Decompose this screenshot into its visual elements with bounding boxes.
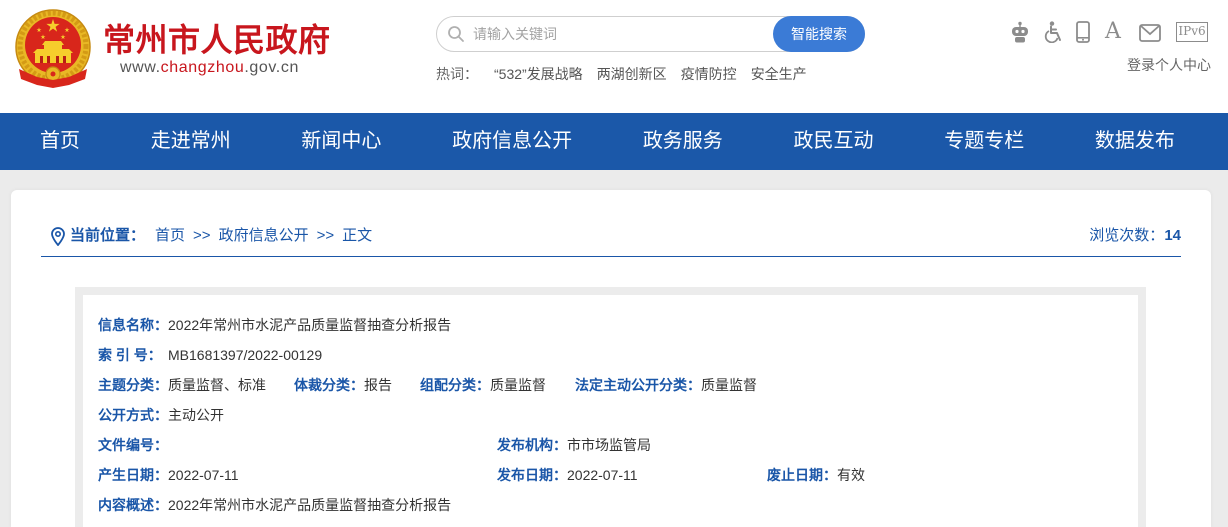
nav-item-about-changzhou[interactable]: 走进常州 — [151, 113, 231, 170]
national-emblem-icon[interactable] — [13, 7, 93, 91]
mobile-icon[interactable] — [1076, 21, 1090, 43]
breadcrumb-label: 当前位置： — [70, 227, 146, 244]
info-value: 有效 — [837, 467, 865, 483]
url-suffix: .gov.cn — [244, 59, 299, 76]
hot-words: 热词： “532”发展战略 两湖创新区 疫情防控 安全生产 — [436, 64, 807, 84]
view-count-value: 14 — [1164, 227, 1181, 244]
info-name: 信息名称：2022年常州市水泥产品质量监督抽查分析报告 — [98, 315, 451, 335]
mail-icon[interactable] — [1139, 24, 1161, 42]
nav-item-news[interactable]: 新闻中心 — [301, 113, 381, 170]
info-published: 发布日期：2022-07-11 — [497, 465, 638, 485]
info-summary: 内容概述：2022年常州市水泥产品质量监督抽查分析报告 — [98, 495, 451, 515]
info-label: 公开方式： — [98, 407, 168, 423]
search-icon — [448, 26, 464, 42]
breadcrumb: 当前位置： 首页 >> 政府信息公开 >> 正文 — [70, 226, 372, 246]
info-label: 废止日期： — [767, 467, 837, 483]
breadcrumb-divider — [41, 256, 1181, 257]
robot-icon[interactable] — [1010, 21, 1030, 43]
info-file-no: 文件编号： — [98, 435, 168, 455]
main-nav: 首页 走进常州 新闻中心 政府信息公开 政务服务 政民互动 专题专栏 数据发布 — [0, 113, 1228, 170]
info-label: 体裁分类： — [294, 377, 364, 393]
info-label: 信息名称： — [98, 317, 168, 333]
view-count: 浏览次数：14 — [1089, 226, 1181, 246]
info-created: 产生日期：2022-07-11 — [98, 465, 239, 485]
breadcrumb-gov-info[interactable]: 政府信息公开 — [219, 227, 309, 244]
info-value: 2022-07-11 — [168, 467, 239, 483]
hot-word-link[interactable]: 安全生产 — [751, 66, 807, 82]
info-table-body: 信息名称：2022年常州市水泥产品质量监督抽查分析报告 索 引 号： MB1681… — [83, 295, 1138, 527]
nav-item-services[interactable]: 政务服务 — [643, 113, 723, 170]
login-personal-center-link[interactable]: 登录个人中心 — [1127, 55, 1211, 75]
info-value: 2022年常州市水泥产品质量监督抽查分析报告 — [168, 317, 452, 333]
url-domain: changzhou — [160, 59, 245, 76]
site-title[interactable]: 常州市人民政府 — [103, 20, 331, 60]
hot-words-label: 热词： — [436, 66, 478, 82]
breadcrumb-separator: >> — [316, 227, 335, 244]
info-label: 主题分类： — [98, 377, 168, 393]
breadcrumb-separator: >> — [193, 227, 211, 244]
info-label: 内容概述： — [98, 497, 168, 513]
breadcrumb-current[interactable]: 正文 — [342, 227, 372, 244]
info-assembly: 组配分类：质量监督 — [420, 375, 546, 395]
accessibility-icon[interactable] — [1044, 21, 1064, 43]
nav-item-topics[interactable]: 专题专栏 — [944, 113, 1024, 170]
info-expiry: 废止日期：有效 — [767, 465, 865, 485]
info-label: 文件编号： — [98, 437, 168, 453]
info-subject: 主题分类：质量监督、标准 — [98, 375, 266, 395]
info-value: 质量监督 — [701, 377, 757, 393]
info-value: 2022年常州市水泥产品质量监督抽查分析报告 — [168, 497, 452, 513]
info-value: 2022-07-11 — [567, 467, 638, 483]
info-value: 质量监督、标准 — [168, 377, 266, 393]
content-card: 当前位置： 首页 >> 政府信息公开 >> 正文 浏览次数：14 信息名称：2022年常州… — [11, 190, 1211, 527]
info-label: 组配分类： — [420, 377, 490, 393]
info-index-no: 索 引 号： MB1681397/2022-00129 — [98, 345, 322, 365]
info-label: 索 引 号： — [98, 347, 162, 363]
nav-item-interaction[interactable]: 政民互动 — [794, 113, 874, 170]
ipv6-icon[interactable]: IPv6 — [1176, 22, 1208, 42]
info-statutory: 法定主动公开分类：质量监督 — [575, 375, 757, 395]
info-disclosure: 公开方式：主动公开 — [98, 405, 224, 425]
location-pin-icon — [51, 227, 65, 246]
breadcrumb-home[interactable]: 首页 — [155, 227, 185, 244]
info-value: 市市场监管局 — [567, 437, 651, 453]
nav-item-data[interactable]: 数据发布 — [1095, 113, 1175, 170]
info-value: MB1681397/2022-00129 — [168, 347, 323, 363]
info-table: 信息名称：2022年常州市水泥产品质量监督抽查分析报告 索 引 号： MB1681… — [75, 287, 1146, 527]
search-bar: 智能搜索 — [436, 16, 865, 52]
info-label: 产生日期： — [98, 467, 168, 483]
hot-word-link[interactable]: “532”发展战略 — [494, 66, 583, 82]
site-url: www.changzhou.gov.cn — [120, 58, 299, 78]
info-genre: 体裁分类：报告 — [294, 375, 392, 395]
font-size-icon[interactable]: A — [1105, 19, 1121, 45]
nav-item-home[interactable]: 首页 — [40, 113, 80, 170]
info-label: 发布日期： — [497, 467, 567, 483]
info-value: 质量监督 — [490, 377, 546, 393]
site-header: 常州市人民政府 www.changzhou.gov.cn 智能搜索 热词： “53… — [0, 0, 1228, 113]
info-publisher: 发布机构：市市场监管局 — [497, 435, 651, 455]
info-value: 主动公开 — [168, 407, 224, 423]
hot-word-link[interactable]: 疫情防控 — [681, 66, 737, 82]
view-count-label: 浏览次数： — [1089, 227, 1165, 244]
info-value: 报告 — [364, 377, 392, 393]
url-prefix: www. — [120, 59, 161, 76]
info-label: 发布机构： — [497, 437, 567, 453]
info-label: 法定主动公开分类： — [575, 377, 701, 393]
nav-item-gov-info[interactable]: 政府信息公开 — [452, 113, 572, 170]
smart-search-button[interactable]: 智能搜索 — [773, 16, 865, 52]
hot-word-link[interactable]: 两湖创新区 — [597, 66, 667, 82]
